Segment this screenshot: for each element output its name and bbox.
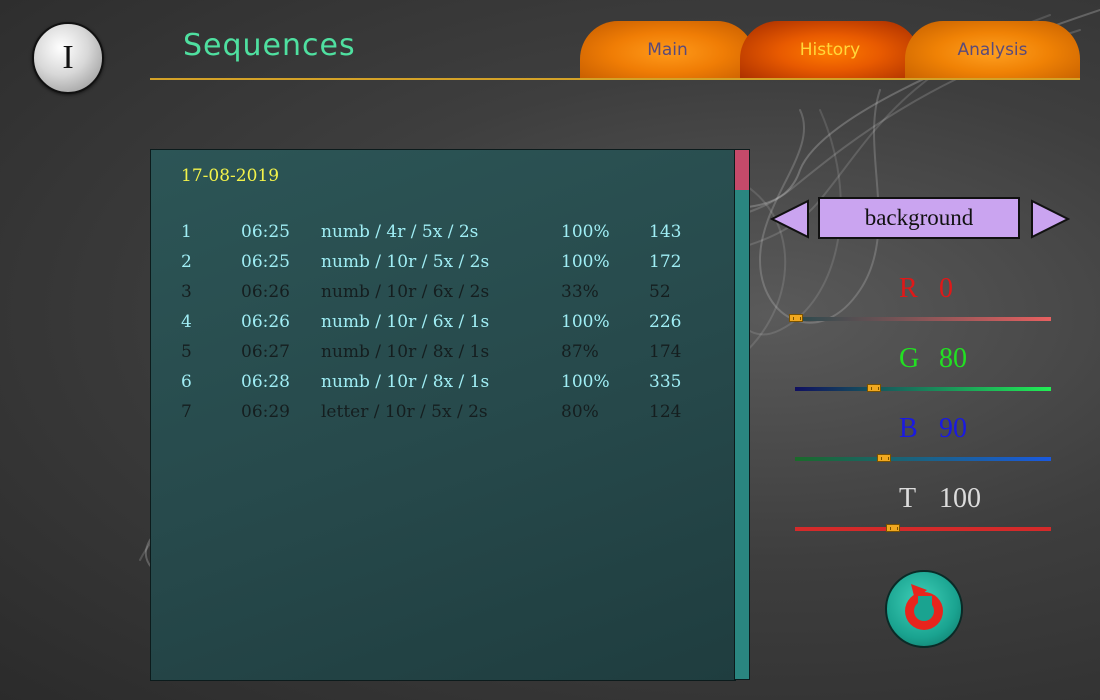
row-number: 6	[181, 372, 192, 392]
blue-channel-label: B 90	[899, 413, 967, 444]
row-percent: 80%	[561, 402, 599, 422]
tab-analysis[interactable]: Analysis	[905, 21, 1080, 78]
transparency-channel-label: T 100	[899, 483, 981, 514]
red-slider-thumb[interactable]	[789, 314, 803, 322]
color-target-label: background	[818, 197, 1020, 239]
row-number: 5	[181, 342, 192, 362]
green-slider-thumb[interactable]	[867, 384, 881, 392]
row-description: numb / 10r / 6x / 2s	[321, 282, 490, 302]
row-score: 172	[649, 252, 682, 272]
row-description: numb / 10r / 8x / 1s	[321, 372, 490, 392]
row-description: numb / 10r / 6x / 1s	[321, 312, 490, 332]
history-scrollbar[interactable]	[734, 149, 750, 680]
reset-button[interactable]	[885, 570, 963, 648]
scrollbar-thumb[interactable]	[735, 150, 749, 190]
transparency-slider-thumb[interactable]	[886, 524, 900, 532]
history-date: 17-08-2019	[181, 166, 280, 186]
row-score: 335	[649, 372, 682, 392]
row-time: 06:26	[241, 312, 290, 332]
info-icon: I	[62, 39, 74, 76]
green-channel-label: G 80	[899, 343, 967, 374]
red-channel-label: R0	[899, 273, 953, 304]
row-percent: 87%	[561, 342, 599, 362]
blue-slider[interactable]	[795, 454, 1051, 462]
row-number: 3	[181, 282, 192, 302]
next-target-button[interactable]	[1030, 199, 1070, 239]
row-time: 06:26	[241, 282, 290, 302]
row-number: 2	[181, 252, 192, 272]
previous-target-button[interactable]	[770, 199, 810, 239]
row-time: 06:25	[241, 252, 290, 272]
row-time: 06:29	[241, 402, 290, 422]
row-description: numb / 10r / 8x / 1s	[321, 342, 490, 362]
tab-history[interactable]: History	[740, 21, 920, 78]
row-score: 52	[649, 282, 671, 302]
row-time: 06:27	[241, 342, 290, 362]
history-panel: 17-08-2019 1 06:25 numb / 4r / 5x / 2s 100%…	[150, 149, 736, 681]
triangle-left-icon	[770, 199, 809, 239]
row-description: numb / 4r / 5x / 2s	[321, 222, 479, 242]
row-description: letter / 10r / 5x / 2s	[321, 402, 488, 422]
info-button[interactable]: I	[32, 22, 104, 94]
red-slider[interactable]	[789, 314, 1051, 322]
reset-arrow-icon	[905, 584, 943, 630]
green-slider[interactable]	[795, 384, 1051, 392]
tab-main[interactable]: Main	[580, 21, 755, 78]
page-title: Sequences	[183, 28, 356, 63]
transparency-slider[interactable]	[795, 524, 1051, 532]
row-number: 1	[181, 222, 192, 242]
row-score: 226	[649, 312, 682, 332]
row-time: 06:25	[241, 222, 290, 242]
row-score: 174	[649, 342, 682, 362]
row-score: 143	[649, 222, 682, 242]
row-percent: 100%	[561, 252, 610, 272]
row-description: numb / 10r / 5x / 2s	[321, 252, 490, 272]
row-score: 124	[649, 402, 682, 422]
blue-slider-thumb[interactable]	[877, 454, 891, 462]
row-number: 7	[181, 402, 192, 422]
triangle-right-icon	[1031, 199, 1070, 239]
row-percent: 33%	[561, 282, 599, 302]
row-percent: 100%	[561, 222, 610, 242]
row-time: 06:28	[241, 372, 290, 392]
title-divider	[150, 78, 1080, 80]
row-number: 4	[181, 312, 192, 332]
row-percent: 100%	[561, 372, 610, 392]
row-percent: 100%	[561, 312, 610, 332]
